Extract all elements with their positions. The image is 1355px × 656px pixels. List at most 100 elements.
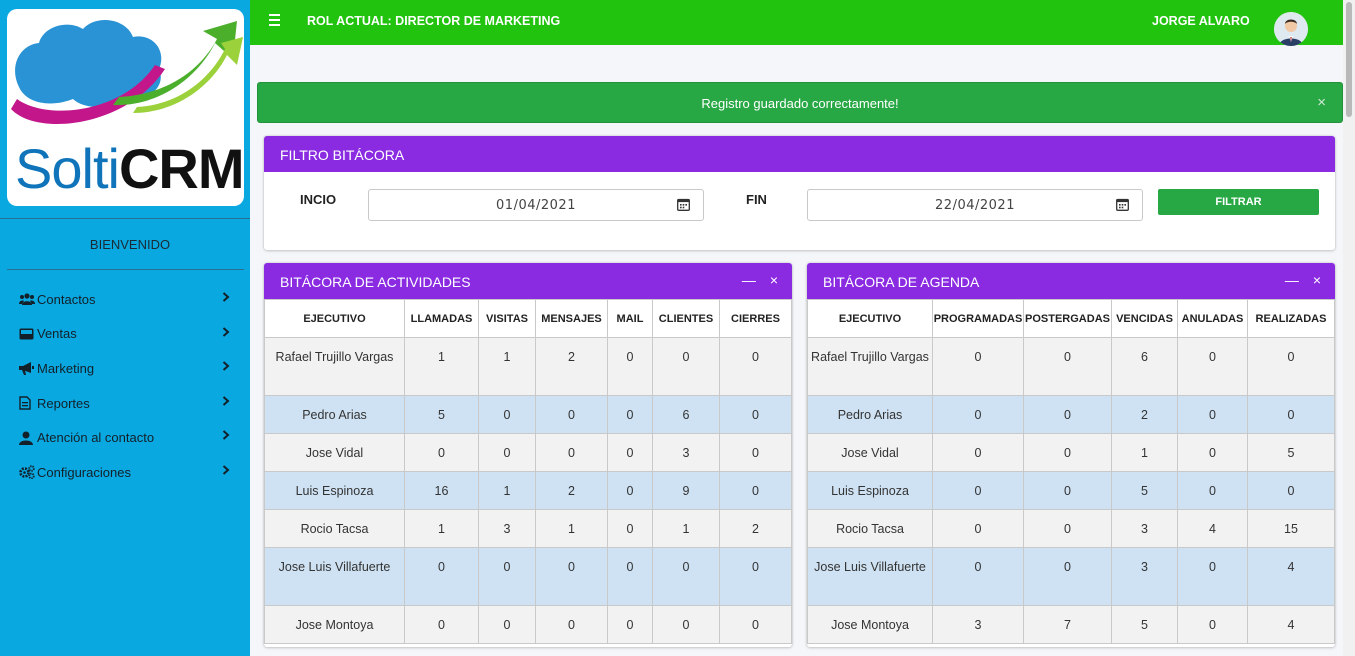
value-cell: 0	[652, 547, 720, 606]
close-icon[interactable]: ×	[770, 272, 778, 288]
value-cell: 0	[607, 395, 653, 434]
value-cell: 1	[404, 509, 479, 548]
table-row: Jose Luis Villafuerte 0 0 3 0 4	[807, 547, 1335, 606]
sidebar-item-ventas[interactable]: Ventas	[0, 317, 250, 352]
success-alert: Registro guardado correctamente! ×	[257, 82, 1343, 123]
value-cell: 5	[1111, 605, 1178, 644]
activities-card-header: BITÁCORA DE ACTIVIDADES — ×	[264, 263, 792, 299]
executive-name-cell: Jose Luis Villafuerte	[807, 547, 933, 606]
sidebar-item-marketing[interactable]: Marketing	[0, 351, 250, 386]
value-cell: 2	[719, 509, 792, 548]
close-icon[interactable]: ×	[1317, 94, 1326, 111]
value-cell: 4	[1247, 547, 1335, 606]
sidebar-item-label: Reportes	[37, 395, 90, 411]
start-date-input[interactable]: 01/04/2021	[368, 189, 704, 221]
value-cell: 1	[404, 337, 479, 396]
value-cell: 15	[1247, 509, 1335, 548]
chevron-right-icon	[222, 395, 230, 409]
value-cell: 0	[607, 337, 653, 396]
end-date-input[interactable]: 22/04/2021	[807, 189, 1143, 221]
value-cell: 2	[1111, 395, 1178, 434]
value-cell: 0	[535, 395, 608, 434]
agenda-card-header: BITÁCORA DE AGENDA — ×	[807, 263, 1335, 299]
page-scrollbar[interactable]	[1343, 0, 1355, 656]
value-cell: 0	[535, 605, 608, 644]
chevron-right-icon	[222, 464, 230, 478]
column-header: EJECUTIVO	[807, 299, 933, 338]
filter-button[interactable]: FILTRAR	[1158, 189, 1319, 215]
column-header: VENCIDAS	[1111, 299, 1178, 338]
executive-name-cell: Rocio Tacsa	[807, 509, 933, 548]
sidebar-item-atencion[interactable]: Atención al contacto	[0, 420, 250, 455]
agenda-card-title: BITÁCORA DE AGENDA	[823, 274, 980, 290]
start-date-value: 01/04/2021	[496, 198, 576, 213]
table-row: Luis Espinoza 16 1 2 0 9 0	[264, 471, 792, 510]
value-cell: 0	[719, 471, 792, 510]
sidebar-item-label: Configuraciones	[37, 464, 131, 480]
executive-name-cell: Jose Luis Villafuerte	[264, 547, 405, 606]
value-cell: 0	[719, 337, 792, 396]
table-header-row: EJECUTIVO LLAMADAS VISITAS MENSAJES MAIL CLIE…	[264, 299, 792, 338]
table-header-row: EJECUTIVO PROGRAMADAS POSTERGADAS VENCIDAS A…	[807, 299, 1335, 338]
executive-name-cell: Jose Vidal	[807, 433, 933, 472]
sidebar: SoltiCRM BIENVENIDO Contactos Ventas Mar…	[0, 0, 250, 656]
column-header: POSTERGADAS	[1023, 299, 1112, 338]
chevron-right-icon	[222, 360, 230, 374]
avatar[interactable]	[1274, 12, 1308, 46]
megaphone-icon	[19, 361, 37, 375]
minimize-icon[interactable]: —	[1285, 272, 1299, 288]
filter-card: FILTRO BITÁCORA INCIO 01/04/2021 FIN 22/…	[264, 136, 1335, 250]
scrollbar-thumb[interactable]	[1346, 2, 1352, 117]
column-header: PROGRAMADAS	[932, 299, 1024, 338]
column-header: REALIZADAS	[1247, 299, 1335, 338]
value-cell: 0	[1023, 395, 1112, 434]
value-cell: 0	[932, 509, 1024, 548]
welcome-text: BIENVENIDO	[89, 237, 171, 252]
sidebar-item-contactos[interactable]: Contactos	[0, 282, 250, 317]
value-cell: 3	[1111, 547, 1178, 606]
users-icon	[19, 293, 37, 306]
value-cell: 4	[1247, 605, 1335, 644]
value-cell: 5	[404, 395, 479, 434]
value-cell: 0	[404, 547, 479, 606]
value-cell: 0	[1023, 547, 1112, 606]
executive-name-cell: Jose Vidal	[264, 433, 405, 472]
value-cell: 0	[478, 605, 536, 644]
end-date-label: FIN	[746, 192, 767, 207]
value-cell: 0	[719, 605, 792, 644]
hamburger-menu-icon[interactable]	[269, 14, 280, 29]
value-cell: 3	[932, 605, 1024, 644]
value-cell: 0	[478, 395, 536, 434]
agenda-table: EJECUTIVO PROGRAMADAS POSTERGADAS VENCIDAS A…	[807, 299, 1335, 644]
user-name[interactable]: JORGE ALVARO	[1152, 14, 1250, 28]
table-row: Jose Vidal 0 0 1 0 5	[807, 433, 1335, 472]
value-cell: 0	[1023, 471, 1112, 510]
value-cell: 0	[404, 433, 479, 472]
value-cell: 7	[1023, 605, 1112, 644]
value-cell: 1	[478, 471, 536, 510]
close-icon[interactable]: ×	[1313, 272, 1321, 288]
minimize-icon[interactable]: —	[742, 272, 756, 288]
executive-name-cell: Jose Montoya	[807, 605, 933, 644]
sidebar-item-reportes[interactable]: Reportes	[0, 386, 250, 421]
value-cell: 6	[1111, 337, 1178, 396]
value-cell: 0	[932, 395, 1024, 434]
sidebar-item-configuraciones[interactable]: Configuraciones	[0, 455, 250, 490]
logo[interactable]: SoltiCRM	[7, 9, 244, 206]
table-row: Jose Vidal 0 0 0 0 3 0	[264, 433, 792, 472]
executive-name-cell: Luis Espinoza	[807, 471, 933, 510]
logo-graphic	[11, 19, 243, 125]
value-cell: 0	[607, 509, 653, 548]
value-cell: 6	[652, 395, 720, 434]
table-row: Luis Espinoza 0 0 5 0 0	[807, 471, 1335, 510]
value-cell: 1	[535, 509, 608, 548]
value-cell: 0	[404, 605, 479, 644]
table-row: Rocio Tacsa 0 0 3 4 15	[807, 509, 1335, 548]
sidebar-divider	[0, 218, 250, 219]
calendar-icon[interactable]	[1116, 198, 1129, 215]
value-cell: 0	[719, 547, 792, 606]
chevron-right-icon	[222, 291, 230, 305]
column-header: MENSAJES	[535, 299, 608, 338]
calendar-icon[interactable]	[677, 198, 690, 215]
value-cell: 0	[1177, 395, 1248, 434]
